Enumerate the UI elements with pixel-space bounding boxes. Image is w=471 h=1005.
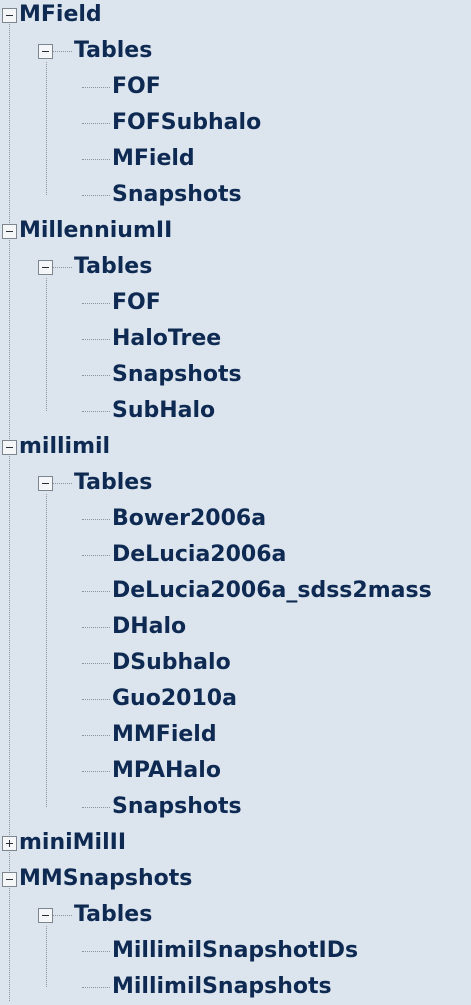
- tree-connector: [82, 734, 110, 736]
- tree-guide: [46, 494, 47, 807]
- table-label: MillimilSnapshotIDs: [112, 938, 359, 963]
- tree-connector: [82, 662, 110, 664]
- tree-table-delucia2006a-sdss2mass[interactable]: DeLucia2006a_sdss2mass: [82, 573, 432, 609]
- tree-guide: [46, 926, 47, 987]
- collapse-icon[interactable]: [2, 223, 17, 239]
- tree-table-fof[interactable]: FOF: [82, 285, 161, 321]
- tree-table-millimilsnapshots[interactable]: MillimilSnapshots: [82, 969, 332, 1005]
- collapse-icon[interactable]: [2, 439, 17, 455]
- tree-table-snapshots[interactable]: Snapshots: [82, 177, 242, 213]
- tree-table-fofsubhalo[interactable]: FOFSubhalo: [82, 105, 261, 141]
- tree-connector: [82, 986, 110, 988]
- table-label: MPAHalo: [112, 758, 221, 783]
- tree-table-bower2006a[interactable]: Bower2006a: [82, 501, 266, 537]
- tree-connector: [53, 914, 72, 916]
- tree-connector: [53, 482, 72, 484]
- tree-connector: [82, 374, 110, 376]
- tree-database-mfield[interactable]: MField: [2, 0, 102, 33]
- tree-table-dhalo[interactable]: DHalo: [82, 609, 186, 645]
- tree-table-delucia2006a[interactable]: DeLucia2006a: [82, 537, 286, 573]
- table-label: MillimilSnapshots: [112, 974, 332, 999]
- database-label: miniMilII: [19, 830, 127, 855]
- collapse-icon[interactable]: [38, 259, 53, 275]
- collapse-icon[interactable]: [38, 43, 53, 59]
- table-label: FOF: [112, 290, 161, 315]
- database-label: MillenniumII: [19, 218, 173, 243]
- database-label: MMSnapshots: [19, 866, 193, 891]
- database-label: MField: [19, 2, 102, 27]
- tree-table-halotree[interactable]: HaloTree: [82, 321, 221, 357]
- tree-folder-tables[interactable]: Tables: [38, 33, 152, 69]
- expand-icon[interactable]: [2, 835, 17, 851]
- collapse-icon[interactable]: [2, 871, 17, 887]
- folder-label: Tables: [74, 254, 153, 279]
- tree-folder-tables[interactable]: Tables: [38, 897, 152, 933]
- database-label: millimil: [19, 434, 111, 459]
- tree-connector: [82, 698, 110, 700]
- tree-connector: [82, 554, 110, 556]
- table-label: FOF: [112, 74, 161, 99]
- table-label: Bower2006a: [112, 506, 267, 531]
- database-tree: MField Tables FOF FOFSubhalo MField Snapshots…: [0, 0, 471, 1001]
- tree-connector: [82, 590, 110, 592]
- tree-table-dsubhalo[interactable]: DSubhalo: [82, 645, 231, 681]
- folder-label: Tables: [74, 902, 153, 927]
- tree-database-minimilii[interactable]: miniMilII: [2, 825, 126, 861]
- table-label: FOFSubhalo: [112, 110, 262, 135]
- tree-connector: [82, 950, 110, 952]
- tree-table-fof[interactable]: FOF: [82, 69, 161, 105]
- tree-connector: [82, 626, 110, 628]
- tree-connector: [82, 86, 110, 88]
- tree-folder-tables[interactable]: Tables: [38, 465, 152, 501]
- tree-connector: [53, 266, 72, 268]
- tree-guide: [46, 278, 47, 411]
- table-label: MMField: [112, 722, 217, 747]
- tree-folder-tables[interactable]: Tables: [38, 249, 152, 285]
- table-label: HaloTree: [112, 326, 222, 351]
- tree-table-mpahalo[interactable]: MPAHalo: [82, 753, 221, 789]
- table-label: DSubhalo: [112, 650, 231, 675]
- tree-database-mmsnapshots[interactable]: MMSnapshots: [2, 861, 192, 897]
- tree-connector: [82, 770, 110, 772]
- tree-connector: [82, 158, 110, 160]
- tree-connector: [53, 50, 72, 52]
- tree-database-millimil[interactable]: millimil: [2, 429, 110, 465]
- table-label: Guo2010a: [112, 686, 237, 711]
- tree-connector: [82, 302, 110, 304]
- collapse-icon[interactable]: [38, 475, 53, 491]
- tree-table-mfield[interactable]: MField: [82, 141, 195, 177]
- tree-table-subhalo[interactable]: SubHalo: [82, 393, 215, 429]
- tree-table-snapshots[interactable]: Snapshots: [82, 789, 242, 825]
- tree-connector: [82, 806, 110, 808]
- tree-table-millimilsnapshotids[interactable]: MillimilSnapshotIDs: [82, 933, 358, 969]
- table-label: Snapshots: [112, 182, 242, 207]
- table-label: MField: [112, 146, 195, 171]
- tree-connector: [82, 194, 110, 196]
- table-label: DeLucia2006a_sdss2mass: [112, 578, 432, 603]
- table-label: DeLucia2006a: [112, 542, 287, 567]
- tree-guide: [46, 62, 47, 195]
- folder-label: Tables: [74, 470, 153, 495]
- tree-table-snapshots[interactable]: Snapshots: [82, 357, 242, 393]
- table-label: SubHalo: [112, 398, 216, 423]
- collapse-icon[interactable]: [38, 907, 53, 923]
- tree-connector: [82, 122, 110, 124]
- table-label: Snapshots: [112, 362, 242, 387]
- tree-connector: [82, 518, 110, 520]
- table-label: DHalo: [112, 614, 187, 639]
- folder-label: Tables: [74, 38, 153, 63]
- table-label: Snapshots: [112, 794, 242, 819]
- tree-table-guo2010a[interactable]: Guo2010a: [82, 681, 237, 717]
- tree-table-mmfield[interactable]: MMField: [82, 717, 217, 753]
- tree-connector: [82, 410, 110, 412]
- collapse-icon[interactable]: [2, 7, 17, 23]
- tree-database-millenniumii[interactable]: MillenniumII: [2, 213, 172, 249]
- tree-connector: [82, 338, 110, 340]
